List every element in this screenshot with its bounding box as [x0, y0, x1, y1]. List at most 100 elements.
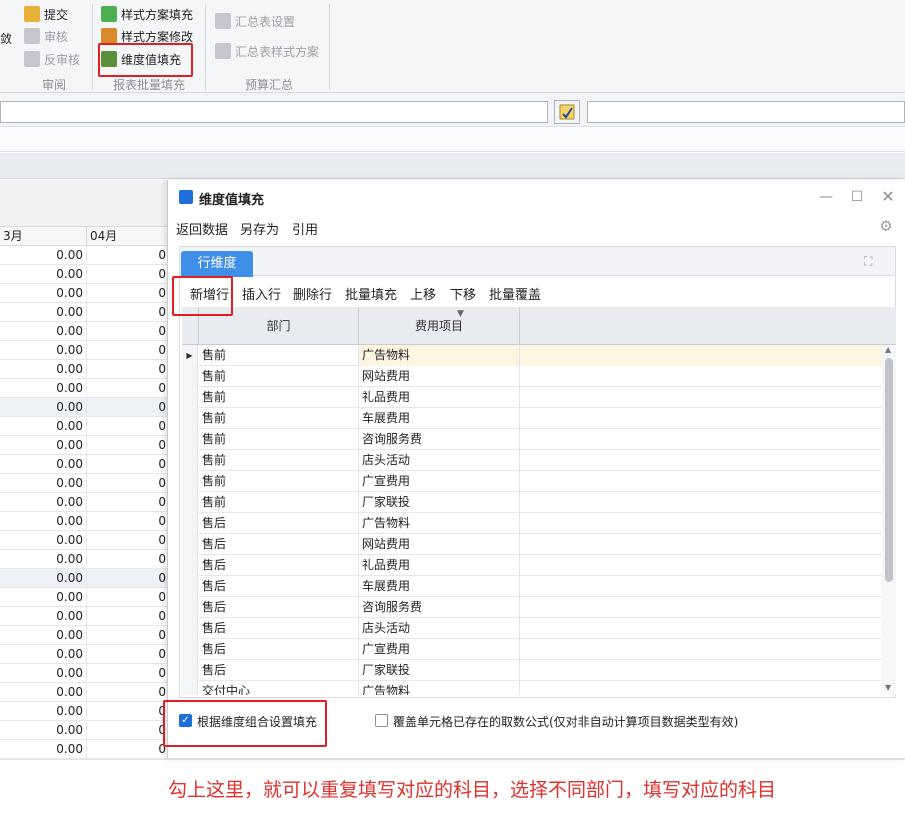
- sheet-cell[interactable]: 0: [87, 588, 168, 607]
- row-indicator[interactable]: [182, 429, 198, 450]
- row-indicator[interactable]: [182, 576, 198, 597]
- expand-icon[interactable]: ⛶: [864, 254, 878, 268]
- dept-cell[interactable]: 售前: [199, 429, 359, 450]
- expense-item-cell[interactable]: 广告物料: [359, 681, 520, 695]
- sheet-cell[interactable]: 0.00: [0, 341, 87, 360]
- table-row[interactable]: 售后 店头活动: [182, 618, 882, 639]
- row-indicator[interactable]: [182, 366, 198, 387]
- sheet-cell[interactable]: 0.00: [0, 740, 87, 759]
- gear-icon[interactable]: ⚙: [878, 218, 894, 234]
- dept-cell[interactable]: 售后: [199, 597, 359, 618]
- dept-cell[interactable]: 售后: [199, 639, 359, 660]
- sheet-cell[interactable]: 0: [87, 493, 168, 512]
- sheet-cell[interactable]: 0.00: [0, 455, 87, 474]
- delete-row-button[interactable]: 删除行: [293, 284, 332, 303]
- style-fill-button[interactable]: 样式方案填充: [101, 4, 193, 24]
- sheet-cell[interactable]: 0.00: [0, 531, 87, 550]
- expense-item-cell[interactable]: 礼品费用: [359, 387, 520, 408]
- sheet-cell[interactable]: 0: [87, 702, 168, 721]
- dept-cell[interactable]: 售前: [199, 345, 359, 366]
- sheet-cell[interactable]: 0: [87, 645, 168, 664]
- dept-cell[interactable]: 售后: [199, 576, 359, 597]
- batch-fill-button[interactable]: 批量填充: [345, 284, 397, 303]
- sheet-cell[interactable]: 0: [87, 246, 168, 265]
- table-row[interactable]: 售前 车展费用: [182, 408, 882, 429]
- scroll-down-icon[interactable]: ▼: [885, 683, 891, 692]
- scrollbar-thumb[interactable]: [885, 358, 893, 582]
- table-row[interactable]: 交付中心 广告物料: [182, 681, 882, 695]
- dept-cell[interactable]: 售后: [199, 513, 359, 534]
- sheet-cell[interactable]: 0.00: [0, 702, 87, 721]
- sheet-cell[interactable]: 0.00: [0, 398, 87, 417]
- row-indicator[interactable]: [182, 450, 198, 471]
- sheet-cell[interactable]: 0.00: [0, 265, 87, 284]
- sheet-cell[interactable]: 0: [87, 474, 168, 493]
- sheet-cell[interactable]: 0.00: [0, 607, 87, 626]
- table-row[interactable]: 售后 车展费用: [182, 576, 882, 597]
- sheet-cell[interactable]: 0.00: [0, 569, 87, 588]
- overwrite-formula-label[interactable]: 覆盖单元格已存在的取数公式(仅对非自动计算项目数据类型有效): [393, 713, 738, 730]
- sheet-cell[interactable]: 0: [87, 265, 168, 284]
- audit-button[interactable]: 审核: [24, 26, 68, 46]
- sheet-cell[interactable]: 0.00: [0, 284, 87, 303]
- column-header-expense-item[interactable]: 费用项目 ▼: [359, 307, 520, 345]
- table-row[interactable]: 售后 礼品费用: [182, 555, 882, 576]
- sheet-cell[interactable]: 0.00: [0, 512, 87, 531]
- sheet-cell[interactable]: 0: [87, 322, 168, 341]
- expense-item-cell[interactable]: 广宣费用: [359, 639, 520, 660]
- table-row[interactable]: 售后 厂家联投: [182, 660, 882, 681]
- sheet-cell[interactable]: 0: [87, 626, 168, 645]
- expense-item-cell[interactable]: 厂家联投: [359, 660, 520, 681]
- row-indicator[interactable]: [182, 408, 198, 429]
- unaudit-button[interactable]: 反审核: [24, 49, 80, 69]
- tab-row-dimension[interactable]: 行维度: [181, 251, 253, 277]
- dept-cell[interactable]: 售前: [199, 492, 359, 513]
- sheet-cell[interactable]: 0: [87, 531, 168, 550]
- row-indicator[interactable]: [182, 597, 198, 618]
- sheet-cell[interactable]: 0: [87, 341, 168, 360]
- row-indicator[interactable]: [182, 513, 198, 534]
- row-indicator[interactable]: [182, 387, 198, 408]
- sheet-cell[interactable]: 0: [87, 512, 168, 531]
- sheet-cell[interactable]: 0: [87, 303, 168, 322]
- dept-cell[interactable]: 售后: [199, 660, 359, 681]
- sheet-cell[interactable]: 0.00: [0, 550, 87, 569]
- row-indicator[interactable]: [182, 555, 198, 576]
- expense-item-cell[interactable]: 礼品费用: [359, 555, 520, 576]
- table-row[interactable]: ▶ 售前 广告物料: [182, 345, 882, 366]
- sheet-cell[interactable]: 0.00: [0, 721, 87, 740]
- sheet-cell[interactable]: 0.00: [0, 246, 87, 265]
- expense-item-cell[interactable]: 咨询服务费: [359, 429, 520, 450]
- overwrite-formula-checkbox[interactable]: [375, 714, 388, 727]
- insert-row-button[interactable]: 插入行: [242, 284, 281, 303]
- row-indicator[interactable]: [182, 639, 198, 660]
- sheet-cell[interactable]: 0: [87, 455, 168, 474]
- dept-cell[interactable]: 售前: [199, 408, 359, 429]
- formula-edit-button[interactable]: [554, 100, 580, 124]
- batch-overwrite-button[interactable]: 批量覆盖: [489, 284, 541, 303]
- sheet-cell[interactable]: 0.00: [0, 588, 87, 607]
- move-up-button[interactable]: 上移: [410, 284, 436, 303]
- table-row[interactable]: 售前 咨询服务费: [182, 429, 882, 450]
- expense-item-cell[interactable]: 咨询服务费: [359, 597, 520, 618]
- table-row[interactable]: 售前 礼品费用: [182, 387, 882, 408]
- dept-cell[interactable]: 交付中心: [199, 681, 359, 695]
- summary-settings-button[interactable]: 汇总表设置: [215, 11, 295, 31]
- expense-item-cell[interactable]: 网站费用: [359, 534, 520, 555]
- sheet-cell[interactable]: 0: [87, 683, 168, 702]
- table-row[interactable]: 售后 网站费用: [182, 534, 882, 555]
- sheet-cell[interactable]: 0.00: [0, 360, 87, 379]
- sheet-cell[interactable]: 0: [87, 721, 168, 740]
- sheet-cell[interactable]: 0: [87, 740, 168, 759]
- sheet-cell[interactable]: 0.00: [0, 474, 87, 493]
- expense-item-cell[interactable]: 车展费用: [359, 576, 520, 597]
- table-row[interactable]: 售后 广告物料: [182, 513, 882, 534]
- sheet-cell[interactable]: 0: [87, 436, 168, 455]
- expense-item-cell[interactable]: 店头活动: [359, 450, 520, 471]
- sheet-cell[interactable]: 0.00: [0, 626, 87, 645]
- sheet-cell[interactable]: 0.00: [0, 664, 87, 683]
- sheet-cell[interactable]: 0.00: [0, 436, 87, 455]
- table-row[interactable]: 售前 广宣费用: [182, 471, 882, 492]
- close-icon[interactable]: ✕: [879, 188, 897, 206]
- dept-cell[interactable]: 售前: [199, 471, 359, 492]
